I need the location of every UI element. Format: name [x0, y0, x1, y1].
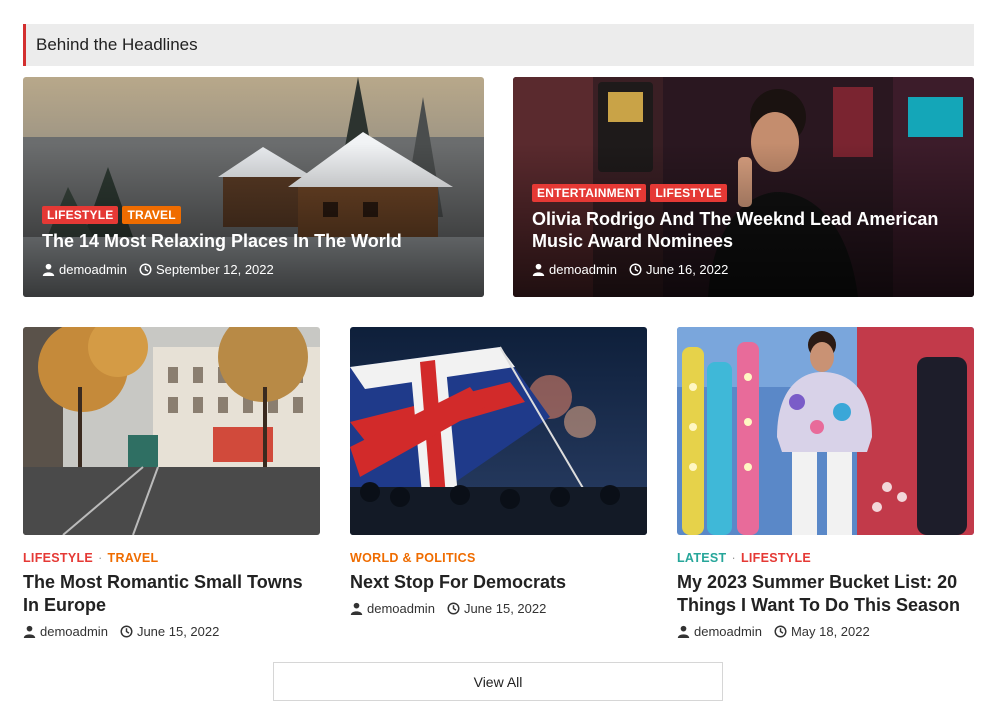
post-meta: demoadmin June 16, 2022 — [532, 262, 955, 277]
hero-badges: LIFESTYLE TRAVEL — [42, 206, 465, 224]
post-card-2: WORLD & POLITICS Next Stop For Democrats… — [350, 327, 647, 616]
badge-entertainment[interactable]: ENTERTAINMENT — [532, 184, 647, 202]
hero-content: LIFESTYLE TRAVEL The 14 Most Relaxing Pl… — [42, 206, 465, 277]
card-title[interactable]: My 2023 Summer Bucket List: 20 Things I … — [677, 571, 974, 617]
card-title[interactable]: The Most Romantic Small Towns In Europe — [23, 571, 320, 617]
hero-post-2[interactable]: ENTERTAINMENT LIFESTYLE Olivia Rodrigo A… — [513, 77, 974, 297]
card-image-union-flag[interactable] — [350, 327, 647, 535]
post-date: May 18, 2022 — [790, 624, 870, 639]
category-lifestyle[interactable]: LIFESTYLE — [23, 551, 93, 565]
badge-lifestyle[interactable]: LIFESTYLE — [650, 184, 727, 202]
hero-post-1[interactable]: LIFESTYLE TRAVEL The 14 Most Relaxing Pl… — [23, 77, 484, 297]
hero-title[interactable]: Olivia Rodrigo And The Weeknd Lead Ameri… — [532, 208, 955, 252]
user-icon — [23, 625, 36, 638]
card-image-autumn-street[interactable] — [23, 327, 320, 535]
author-link[interactable]: demoadmin — [59, 262, 127, 277]
author-link[interactable]: demoadmin — [549, 262, 617, 277]
card-title[interactable]: Next Stop For Democrats — [350, 571, 647, 594]
category-latest[interactable]: LATEST — [677, 551, 726, 565]
post-card-1: LIFESTYLE · TRAVEL The Most Romantic Sma… — [23, 327, 320, 639]
card-categories: LIFESTYLE · TRAVEL — [23, 551, 159, 565]
user-icon — [350, 602, 363, 615]
user-icon — [677, 625, 690, 638]
author-link[interactable]: demoadmin — [40, 624, 108, 639]
section-header: Behind the Headlines — [23, 24, 974, 66]
section-title: Behind the Headlines — [36, 35, 198, 54]
post-meta: demoadmin May 18, 2022 — [677, 624, 974, 639]
category-travel[interactable]: TRAVEL — [108, 551, 159, 565]
hero-title[interactable]: The 14 Most Relaxing Places In The World — [42, 230, 465, 252]
clock-icon — [774, 625, 787, 638]
badge-travel[interactable]: TRAVEL — [122, 206, 181, 224]
author-link[interactable]: demoadmin — [694, 624, 762, 639]
user-icon — [532, 263, 545, 276]
author-link[interactable]: demoadmin — [367, 601, 435, 616]
post-date: June 15, 2022 — [463, 601, 547, 616]
post-date: June 15, 2022 — [136, 624, 220, 639]
user-icon — [42, 263, 55, 276]
category-world-politics[interactable]: WORLD & POLITICS — [350, 551, 476, 565]
post-meta: demoadmin June 15, 2022 — [23, 624, 320, 639]
hero-content: ENTERTAINMENT LIFESTYLE Olivia Rodrigo A… — [532, 184, 955, 277]
post-date: June 16, 2022 — [645, 262, 729, 277]
clock-icon — [447, 602, 460, 615]
post-meta: demoadmin September 12, 2022 — [42, 262, 465, 277]
card-image-neon-arcade[interactable] — [677, 327, 974, 535]
hero-badges: ENTERTAINMENT LIFESTYLE — [532, 184, 955, 202]
clock-icon — [139, 263, 152, 276]
card-categories: WORLD & POLITICS — [350, 551, 647, 565]
card-categories: LATEST · LIFESTYLE — [677, 551, 812, 565]
badge-lifestyle[interactable]: LIFESTYLE — [42, 206, 119, 224]
category-lifestyle[interactable]: LIFESTYLE — [741, 551, 811, 565]
post-meta: demoadmin June 15, 2022 — [350, 601, 647, 616]
clock-icon — [629, 263, 642, 276]
view-all-button[interactable]: View All — [273, 662, 723, 701]
post-date: September 12, 2022 — [155, 262, 274, 277]
post-card-3: LATEST · LIFESTYLE My 2023 Summer Bucket… — [677, 327, 974, 639]
clock-icon — [120, 625, 133, 638]
